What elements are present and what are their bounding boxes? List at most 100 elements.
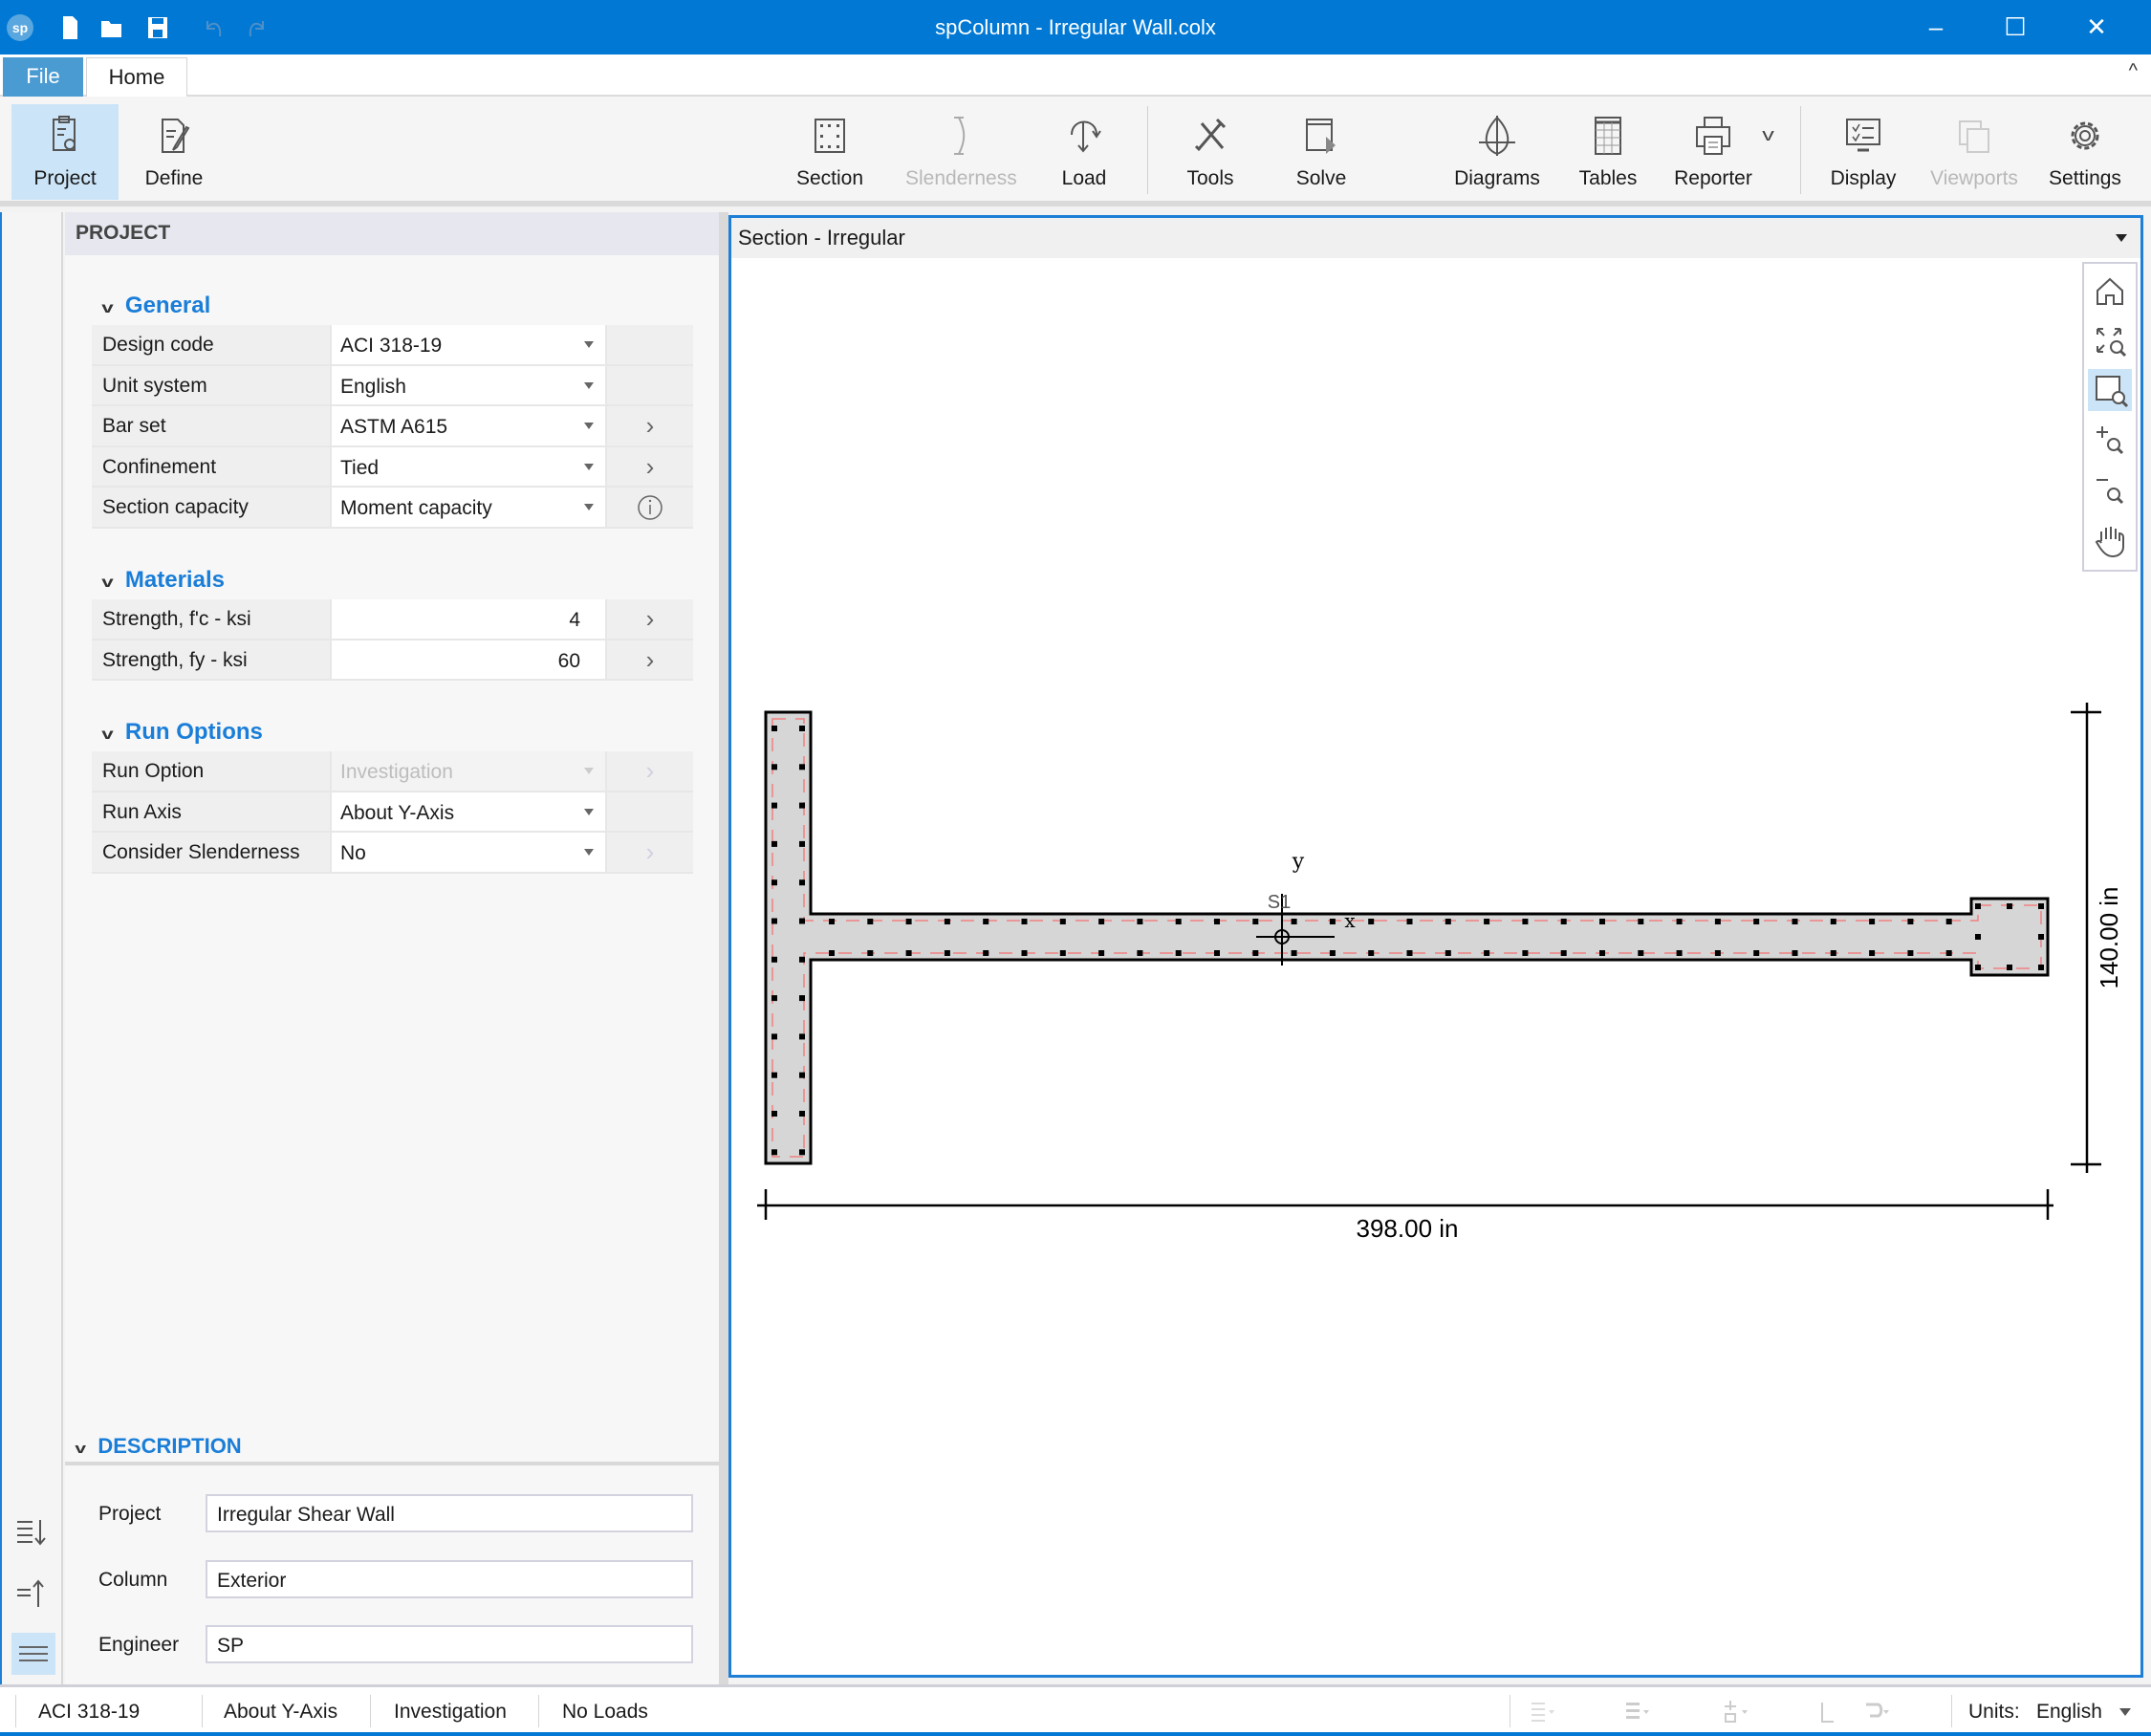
rebar	[867, 950, 874, 956]
rebar	[799, 1072, 805, 1078]
rebar	[1329, 919, 1336, 924]
close-button[interactable]: ✕	[2068, 8, 2125, 46]
rebar	[829, 950, 835, 956]
section-materials-header[interactable]: v Materials	[101, 567, 225, 594]
solve-button[interactable]: Solve	[1268, 104, 1375, 200]
project-label: Project	[98, 1503, 162, 1525]
project-name-input[interactable]: Irregular Shear Wall	[206, 1494, 693, 1532]
rebar	[1945, 950, 1952, 956]
tools-button[interactable]: Tools	[1157, 104, 1264, 200]
section-general-header[interactable]: v General	[101, 293, 210, 319]
column-name-input[interactable]: Exterior	[206, 1560, 693, 1598]
reporter-dropdown-icon[interactable]: v	[1762, 125, 1774, 145]
rebar	[983, 919, 989, 924]
fy-input[interactable]: 60	[332, 640, 605, 680]
minimize-button[interactable]: –	[1907, 8, 1965, 46]
bar-set-select[interactable]: ASTM A615	[332, 406, 605, 445]
ortho-icon[interactable]	[1816, 1699, 1845, 1725]
chevron-right-icon[interactable]: ›	[607, 446, 693, 487]
chevron-right-icon[interactable]: ›	[607, 640, 693, 680]
grid-icon[interactable]	[1622, 1699, 1651, 1725]
section-run-options-header[interactable]: v Run Options	[101, 719, 263, 746]
property-label: Bar set	[92, 406, 330, 445]
rebar	[1869, 919, 1876, 924]
rebar	[1368, 950, 1375, 956]
collapse-all-icon[interactable]	[11, 1573, 55, 1615]
run-axis-select[interactable]: About Y-Axis	[332, 792, 605, 832]
diagrams-button[interactable]: Diagrams	[1444, 104, 1551, 200]
property-extra	[607, 792, 693, 832]
rebar	[771, 956, 777, 963]
rebar	[1484, 919, 1490, 924]
chevron-down-icon: v	[101, 300, 114, 316]
rebar	[1059, 919, 1066, 924]
tools-label: Tools	[1186, 167, 1234, 189]
tab-file[interactable]: File	[3, 57, 83, 97]
consider-slenderness-select[interactable]: No	[332, 833, 605, 872]
engineer-input[interactable]: SP	[206, 1625, 693, 1663]
viewports-button[interactable]: Viewports	[1921, 104, 2028, 200]
load-label: Load	[1061, 167, 1107, 189]
status-run-option: Investigation	[394, 1701, 507, 1723]
zoom-in-icon[interactable]	[2088, 419, 2132, 461]
maximize-button[interactable]: ☐	[1987, 8, 2044, 46]
units-dropdown-icon[interactable]	[2119, 1708, 2131, 1716]
chevron-right-icon[interactable]: ›	[607, 406, 693, 445]
project-panel: PROJECT v General Design code ACI 318-19 U…	[65, 212, 719, 1684]
rebar	[905, 919, 912, 924]
load-button[interactable]: Load	[1031, 104, 1138, 200]
property-label: Consider Slenderness	[92, 833, 330, 872]
rebar	[983, 950, 989, 956]
materials-title: Materials	[124, 567, 225, 593]
section-drawing: y x S1 398.00 in 140.00 in	[757, 703, 2123, 1243]
divider	[1951, 1695, 1952, 1727]
property-value: ACI 318-19	[340, 335, 443, 357]
property-label: Run Option	[92, 751, 330, 791]
gear-icon	[2071, 121, 2099, 150]
unit-system-select[interactable]: English	[332, 365, 605, 405]
expand-all-icon[interactable]	[11, 1510, 55, 1552]
project-button[interactable]: Project	[11, 104, 119, 200]
slenderness-button[interactable]: Slenderness	[905, 104, 1017, 200]
define-button[interactable]: Define	[120, 104, 228, 200]
section-button[interactable]: Section	[776, 104, 883, 200]
zoom-window-icon[interactable]	[2088, 369, 2132, 411]
divider	[538, 1695, 539, 1727]
description-header[interactable]: v DESCRIPTION	[75, 1434, 242, 1459]
property-value: Moment capacity	[340, 497, 492, 520]
wrap-icon[interactable]	[1862, 1699, 1891, 1725]
home-view-icon[interactable]	[2088, 270, 2132, 312]
section-view[interactable]: y x S1 398.00 in 140.00 in Section - Irr…	[728, 215, 2143, 1678]
rebar	[1021, 919, 1028, 924]
section-capacity-select[interactable]: Moment capacity	[332, 488, 605, 527]
tables-button[interactable]: Tables	[1554, 104, 1662, 200]
info-icon[interactable]	[607, 488, 693, 527]
panel-splitter[interactable]	[719, 212, 728, 1684]
property-label: Strength, fy - ksi	[92, 640, 330, 680]
reporter-button[interactable]: Reporter	[1660, 104, 1767, 200]
units-select[interactable]: English	[2036, 1701, 2102, 1724]
tab-home[interactable]: Home	[86, 57, 187, 98]
rebar	[1975, 903, 1981, 909]
chevron-right-icon[interactable]: ›	[607, 599, 693, 639]
fc-input[interactable]: 4	[332, 599, 605, 639]
view-dropdown-icon[interactable]	[2116, 234, 2127, 242]
pan-hand-icon[interactable]	[2088, 518, 2132, 560]
property-row-run-option: Run Option Investigation ›	[92, 751, 693, 792]
rebar	[1291, 919, 1297, 924]
zoom-extents-icon[interactable]	[2088, 319, 2132, 361]
snap-icon[interactable]	[1721, 1699, 1749, 1725]
settings-button[interactable]: Settings	[2032, 104, 2139, 200]
dot-grid-icon[interactable]	[1528, 1699, 1556, 1725]
zoom-out-icon[interactable]	[2088, 468, 2132, 510]
confinement-select[interactable]: Tied	[332, 446, 605, 487]
menu-icon[interactable]	[11, 1633, 55, 1675]
display-button[interactable]: Display	[1810, 104, 1917, 200]
rebar	[1368, 919, 1375, 924]
rebar	[1137, 950, 1143, 956]
collapse-ribbon-icon[interactable]: ^	[2129, 60, 2138, 82]
status-design-code: ACI 318-19	[38, 1701, 141, 1723]
rebar	[799, 1149, 805, 1156]
design-code-select[interactable]: ACI 318-19	[332, 325, 605, 364]
description-title: DESCRIPTION	[98, 1434, 242, 1458]
